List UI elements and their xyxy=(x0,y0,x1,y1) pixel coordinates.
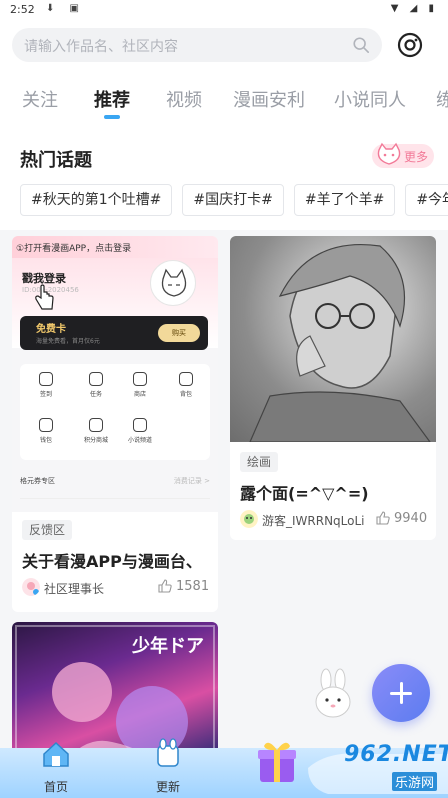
tab-recommend[interactable]: 推荐 xyxy=(94,86,130,112)
hot-topics-section: 热门话题 更多 #秋天的第1个吐槽# #国庆打卡# #羊了个羊# #今年 xyxy=(0,128,448,230)
more-topics-button[interactable]: 更多 xyxy=(372,142,434,168)
post-card[interactable]: ①打开看漫画APP，点击登录 戳我登录 ID:000-2020456 免费卡 海… xyxy=(12,236,218,612)
tab-partial[interactable]: 练 xyxy=(436,86,448,112)
grid-item: 小说频道 xyxy=(120,418,160,444)
watermark-sub: 乐游网 xyxy=(392,772,438,791)
home-icon xyxy=(43,741,69,767)
screenshot-free-card: 免费卡 海量免费看，首月仅6元 购买 xyxy=(20,316,208,350)
like-count[interactable]: 9940 xyxy=(376,511,427,526)
system-status-icons: ▼ ◢ ▮ xyxy=(390,3,438,14)
nav-updates-label: 更新 xyxy=(155,780,180,794)
bag-icon xyxy=(179,372,193,386)
section-left: 格元券专区 xyxy=(20,477,55,485)
grid-label: 钱包 xyxy=(39,437,52,444)
post-author[interactable]: 游客_IWRRNqLoLi xyxy=(240,510,370,530)
topic-chip[interactable]: #羊了个羊# xyxy=(293,184,396,216)
updates-icon xyxy=(157,738,179,767)
grid-label: 积分商城 xyxy=(83,437,108,444)
thumbs-up-icon xyxy=(376,511,390,525)
like-count[interactable]: 1581 xyxy=(158,579,209,594)
author-name: 社区理事长 xyxy=(44,582,105,596)
plus-icon-vertical xyxy=(399,682,403,704)
topic-chip[interactable]: #国庆打卡# xyxy=(182,184,284,216)
notification-icons: ⬇ ▣ xyxy=(46,3,86,14)
pencil-sketch-image xyxy=(230,236,436,443)
like-number: 9940 xyxy=(394,511,428,526)
poster-title-text: 少年ドア xyxy=(131,635,204,657)
cat-face-icon xyxy=(161,268,187,297)
topic-chip[interactable]: #秋天的第1个吐槽# xyxy=(20,184,173,216)
post-title[interactable]: 关于看漫APP与漫画台、 xyxy=(22,548,212,572)
tab-fan-fiction[interactable]: 小说同人 xyxy=(334,86,406,112)
status-time: 2:52 xyxy=(10,3,35,16)
nav-updates[interactable]: 更新 xyxy=(136,738,200,798)
author-avatar xyxy=(240,510,258,528)
shop-icon xyxy=(133,372,147,386)
search-input[interactable]: 请输入作品名、社区内容 xyxy=(12,28,382,62)
search-icon[interactable] xyxy=(352,36,370,54)
hot-topics-title: 热门话题 xyxy=(20,150,92,171)
nav-home-label: 首页 xyxy=(43,780,68,794)
watermark-brand: 962.NET xyxy=(344,742,448,767)
free-card-sub: 海量免费看，首月仅6元 xyxy=(36,338,100,345)
grid-label: 任务 xyxy=(89,391,102,398)
task-icon xyxy=(89,372,103,386)
thumbs-up-icon xyxy=(158,579,172,593)
nav-home[interactable]: 首页 xyxy=(24,741,88,798)
pointing-hand-icon xyxy=(35,284,54,310)
gift-box-icon[interactable] xyxy=(256,738,298,784)
search-placeholder: 请输入作品名、社区内容 xyxy=(24,39,178,55)
tab-follow[interactable]: 关注 xyxy=(22,86,58,112)
author-name: 游客_IWRRNqLoLi xyxy=(262,514,365,528)
post-card[interactable]: 绘画 露个面(=^▽^=) 游客_IWRRNqLoLi 9940 xyxy=(230,236,436,540)
grid-item: 签到 xyxy=(26,372,66,398)
checkin-icon xyxy=(39,372,53,386)
section-right: 消费记录 > xyxy=(173,477,210,485)
grid-label: 签到 xyxy=(39,391,52,398)
grid-item: 商店 xyxy=(120,372,160,398)
post-title[interactable]: 露个面(=^▽^=) xyxy=(240,480,430,504)
topic-chips: #秋天的第1个吐槽# #国庆打卡# #羊了个羊# #今年 xyxy=(20,184,448,218)
novel-channel-icon xyxy=(133,418,147,432)
status-bar: 2:52 ⬇ ▣ ▼ ◢ ▮ xyxy=(0,0,448,20)
camera-scan-icon[interactable] xyxy=(397,32,423,58)
post-screenshot-image: ①打开看漫画APP，点击登录 戳我登录 ID:000-2020456 免费卡 海… xyxy=(12,236,218,512)
category-tabs: 关注 推荐 视频 漫画安利 小说同人 练 xyxy=(0,82,448,122)
sketch-portrait-illustration xyxy=(249,244,432,443)
like-number: 1581 xyxy=(176,579,210,594)
active-tab-indicator xyxy=(104,115,120,119)
grid-label: 小说频道 xyxy=(127,437,152,444)
screenshot-feature-grid: 签到 任务 商店 背包 钱包 积分商城 小说频道 xyxy=(20,364,210,460)
post-category-tag[interactable]: 绘画 xyxy=(240,452,279,472)
free-card-buy: 购买 xyxy=(158,324,200,342)
grid-item: 任务 xyxy=(76,372,116,398)
tab-manga-recommend[interactable]: 漫画安利 xyxy=(233,86,305,112)
points-mall-icon xyxy=(89,418,103,432)
grid-label: 背包 xyxy=(179,391,192,398)
create-post-button[interactable] xyxy=(372,664,430,722)
grid-item: 钱包 xyxy=(26,418,66,444)
grid-item: 背包 xyxy=(166,372,206,398)
more-label: 更多 xyxy=(404,150,429,164)
screenshot-banner: ①打开看漫画APP，点击登录 xyxy=(12,236,218,258)
grid-label: 商店 xyxy=(133,391,146,398)
top-bar: 请输入作品名、社区内容 关注 推荐 视频 漫画安利 小说同人 练 xyxy=(0,20,448,128)
screenshot-section-row: 格元券专区 消费记录 > xyxy=(20,476,210,486)
post-author[interactable]: 社区理事长 xyxy=(22,578,142,598)
topic-chip[interactable]: #今年 xyxy=(405,184,448,216)
post-category-tag[interactable]: 反馈区 xyxy=(22,520,73,540)
divider xyxy=(20,498,210,499)
author-avatar xyxy=(22,578,40,596)
cat-mascot-icon xyxy=(377,142,401,165)
free-card-title: 免费卡 xyxy=(36,324,66,335)
screenshot-avatar xyxy=(150,260,196,306)
wallet-icon xyxy=(39,418,53,432)
grid-item: 积分商城 xyxy=(76,418,116,444)
bunny-mascot-icon[interactable] xyxy=(312,668,354,718)
tab-video[interactable]: 视频 xyxy=(166,86,202,112)
